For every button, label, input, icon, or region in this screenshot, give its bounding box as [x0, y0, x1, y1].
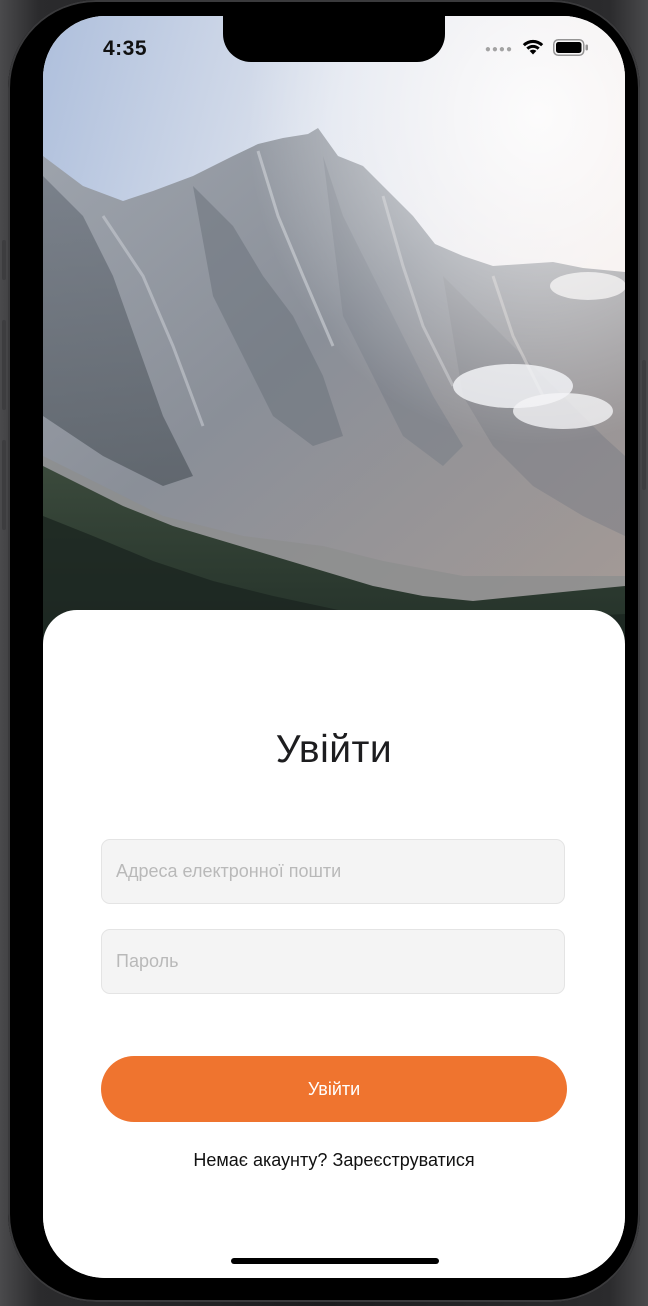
wifi-icon: [521, 38, 545, 61]
page-title: Увійти: [275, 728, 393, 771]
home-indicator: [231, 1258, 439, 1264]
signal-dots-icon: ●●●●: [484, 44, 513, 55]
phone-bezel: 4:35 ●●●● Увійти Адреса електронної пошт…: [8, 0, 640, 1302]
volume-up-button: [2, 320, 6, 410]
battery-icon: [553, 38, 589, 61]
login-card: Увійти Увійти Немає акаунту? Зареєструва…: [43, 610, 625, 1278]
phone-frame: 4:35 ●●●● Увійти Адреса електронної пошт…: [0, 0, 648, 1306]
status-time: 4:35: [103, 37, 148, 60]
login-button[interactable]: Увійти: [101, 1056, 567, 1122]
volume-down-button: [2, 440, 6, 530]
status-bar: 4:35 ●●●●: [43, 16, 625, 76]
app-screen: 4:35 ●●●● Увійти Адреса електронної пошт…: [43, 16, 625, 1278]
mute-switch: [2, 240, 6, 280]
status-icons: ●●●●: [485, 38, 589, 61]
signup-link[interactable]: Немає акаунту? Зареєструватися: [43, 1150, 625, 1171]
email-field[interactable]: [101, 839, 565, 904]
hero-mountain-image: [43, 16, 625, 676]
password-field[interactable]: [101, 929, 565, 994]
notch: [223, 16, 445, 62]
power-button: [642, 360, 646, 490]
